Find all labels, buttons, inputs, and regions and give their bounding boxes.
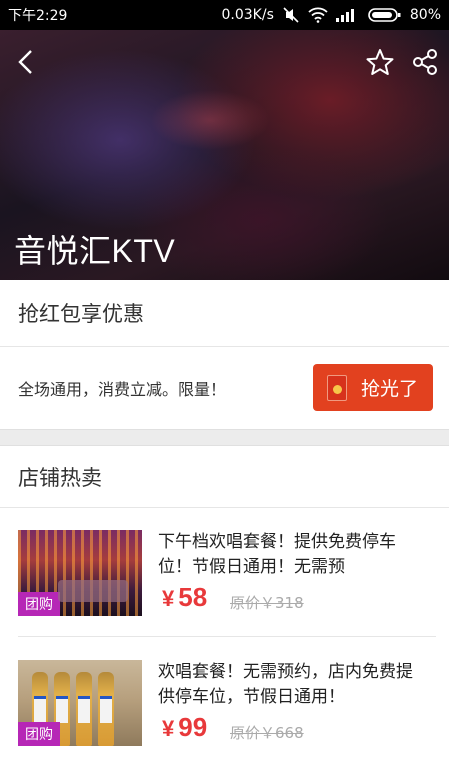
deal-thumbnail: 团购 (18, 530, 142, 616)
star-icon[interactable] (362, 44, 398, 80)
signal-icon (335, 8, 360, 22)
deal-price: ¥99 (162, 712, 207, 743)
group-buy-badge: 团购 (18, 722, 60, 746)
original-price: 原价￥668 (230, 724, 304, 742)
deal-divider (18, 636, 436, 637)
deal-title: 欢唱套餐！无需预约，店内免费提供停车位，节假日通用！ (158, 662, 413, 707)
grab-red-packet-button[interactable]: 抢光了 (313, 364, 433, 411)
currency-symbol: ¥ (162, 716, 175, 741)
mute-icon (282, 6, 300, 24)
banner-background-image (150, 90, 270, 150)
deal-title: 下午档欢唱套餐！提供免费停车位！节假日通用！无需预 (158, 532, 396, 577)
status-time: 下午2:29 (8, 8, 68, 24)
red-envelope-icon (327, 374, 347, 401)
deal-list: 团购 下午档欢唱套餐！提供免费停车位！节假日通用！无需预 ¥58 原价￥318 … (0, 508, 449, 758)
deal-item[interactable]: 团购 欢唱套餐！无需预约，店内免费提供停车位，节假日通用！ ¥99 原价￥668 (0, 638, 449, 758)
wifi-icon (308, 7, 328, 23)
battery-icon (368, 7, 402, 23)
status-bar: 下午2:29 0.03K/s 80% (0, 0, 449, 30)
price-value: 99 (178, 712, 208, 742)
coupon-section-title: 抢红包享优惠 (0, 280, 449, 347)
deal-price: ¥58 (162, 582, 207, 613)
battery-level: 80% (409, 7, 441, 23)
price-value: 58 (178, 582, 208, 612)
deal-item[interactable]: 团购 下午档欢唱套餐！提供免费停车位！节假日通用！无需预 ¥58 原价￥318 (0, 508, 449, 630)
back-arrow-icon[interactable] (8, 44, 44, 80)
group-buy-badge: 团购 (18, 592, 60, 616)
share-icon[interactable] (407, 44, 443, 80)
coupon-row: 全场通用，消费立减。限量！ 抢光了 (0, 347, 449, 429)
beer-bottle-image (98, 672, 114, 746)
currency-symbol: ¥ (162, 586, 175, 611)
section-divider (0, 429, 449, 446)
status-indicators: 0.03K/s 80% (222, 6, 442, 24)
grab-button-label: 抢光了 (361, 378, 419, 400)
beer-bottle-image (76, 672, 92, 746)
store-header-banner: 音悦汇KTV (0, 30, 449, 280)
original-price: 原价￥318 (230, 594, 304, 612)
deal-thumbnail: 团购 (18, 660, 142, 746)
hot-sales-section-title: 店铺热卖 (0, 446, 449, 508)
network-speed: 0.03K/s (221, 7, 274, 23)
store-name: 音悦汇KTV (14, 233, 176, 269)
